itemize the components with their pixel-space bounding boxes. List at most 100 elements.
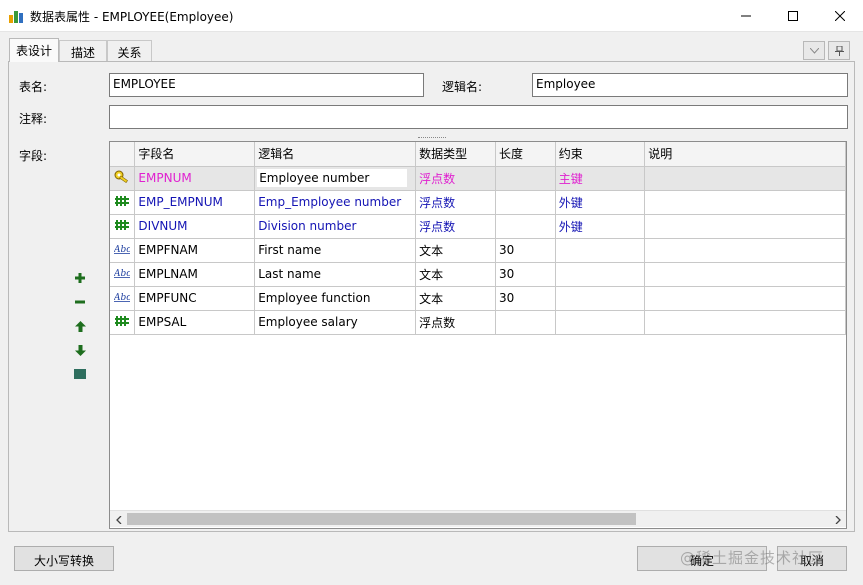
column-header-description[interactable]: 说明 [644, 142, 846, 167]
tab-description[interactable]: 描述 [59, 40, 107, 61]
table-row[interactable]: Abc EMPLNAM Last name 文本 30 [110, 262, 846, 287]
table-row[interactable]: DIVNUM Division number 浮点数 外键 [110, 214, 846, 239]
fields-label: 字段: [19, 149, 48, 163]
minus-icon [75, 300, 85, 304]
constraint-cell[interactable] [555, 262, 646, 287]
length-cell[interactable] [495, 214, 556, 239]
move-up-button[interactable] [72, 318, 88, 334]
horizontal-scrollbar[interactable] [110, 510, 846, 527]
field-name-cell[interactable]: DIVNUM [134, 214, 256, 239]
length-cell[interactable]: 30 [495, 286, 556, 311]
description-cell[interactable] [644, 214, 846, 239]
scroll-right-button[interactable] [829, 511, 846, 528]
description-cell[interactable] [644, 238, 846, 263]
column-header-logical-name[interactable]: 逻辑名 [254, 142, 417, 167]
minimize-button[interactable] [723, 0, 769, 31]
length-cell[interactable]: 30 [495, 262, 556, 287]
row-icon-cell: Abc [110, 286, 136, 311]
header-row: 字段名 逻辑名 数据类型 长度 约束 说明 [110, 142, 846, 167]
field-name-cell[interactable]: EMP_EMPNUM [134, 190, 256, 215]
scroll-left-button[interactable] [110, 511, 127, 528]
column-header-length[interactable]: 长度 [495, 142, 556, 167]
close-icon [835, 10, 845, 21]
field-name-cell[interactable]: EMPFNAM [134, 238, 256, 263]
pin-icon [834, 45, 844, 56]
data-type-cell[interactable]: 浮点数 [415, 166, 496, 191]
arrow-down-icon [74, 344, 86, 356]
comment-input[interactable] [109, 105, 848, 129]
table-name-input[interactable]: EMPLOYEE [109, 73, 424, 97]
column-header-data-type[interactable]: 数据类型 [415, 142, 496, 167]
remove-field-button[interactable] [72, 294, 88, 310]
table-row[interactable]: Abc EMPFUNC Employee function 文本 30 [110, 286, 846, 311]
data-type-cell[interactable]: 浮点数 [415, 214, 496, 239]
logical-name-cell[interactable]: Employee salary [254, 310, 417, 335]
logical-name-cell[interactable]: Division number [254, 214, 417, 239]
logical-name-cell[interactable]: Employee number [254, 166, 417, 191]
data-type-cell[interactable]: 文本 [415, 286, 496, 311]
numeric-icon [115, 220, 130, 230]
move-down-button[interactable] [72, 342, 88, 358]
data-type-cell[interactable]: 浮点数 [415, 190, 496, 215]
column-header-icon [110, 142, 136, 167]
data-type-cell[interactable]: 浮点数 [415, 310, 496, 335]
maximize-button[interactable] [770, 0, 816, 31]
row-icon-cell [110, 214, 136, 239]
tab-table-design[interactable]: 表设计 [9, 38, 59, 62]
pin-button[interactable] [828, 41, 850, 60]
square-icon [74, 369, 86, 379]
data-type-cell[interactable]: 文本 [415, 262, 496, 287]
logical-name-cell[interactable]: First name [254, 238, 417, 263]
length-cell[interactable]: 30 [495, 238, 556, 263]
chevron-right-icon [835, 515, 841, 524]
scrollbar-thumb[interactable] [127, 513, 636, 525]
logical-name-cell[interactable]: Employee function [254, 286, 417, 311]
constraint-cell[interactable] [555, 238, 646, 263]
table-row[interactable]: EMP_EMPNUM Emp_Employee number 浮点数 外键 [110, 190, 846, 215]
logical-name-cell[interactable]: Emp_Employee number [254, 190, 417, 215]
tab-relations[interactable]: 关系 [107, 40, 152, 61]
description-cell[interactable] [644, 262, 846, 287]
description-cell[interactable] [644, 286, 846, 311]
field-name-cell[interactable]: EMPFUNC [134, 286, 256, 311]
table-row[interactable]: EMPSAL Employee salary 浮点数 [110, 310, 846, 335]
length-cell[interactable] [495, 190, 556, 215]
row-icon-cell: Abc [110, 238, 136, 263]
data-type-cell[interactable]: 文本 [415, 238, 496, 263]
row-icon-cell [110, 166, 136, 191]
app-icon [9, 11, 23, 23]
table-row[interactable]: Abc EMPFNAM First name 文本 30 [110, 238, 846, 263]
table-name-label: 表名: [19, 80, 48, 94]
chevron-down-icon [809, 47, 819, 54]
length-cell[interactable] [495, 310, 556, 335]
field-settings-button[interactable] [72, 366, 88, 382]
constraint-cell[interactable]: 外键 [555, 190, 646, 215]
field-name-cell[interactable]: EMPLNAM [134, 262, 256, 287]
constraint-cell[interactable]: 外键 [555, 214, 646, 239]
constraint-cell[interactable]: 主键 [555, 166, 646, 191]
splitter-handle[interactable] [418, 137, 446, 139]
case-convert-button[interactable]: 大小写转换 [14, 546, 114, 571]
svg-text:Abc: Abc [114, 269, 130, 278]
numeric-icon [115, 196, 130, 206]
logical-name-editor[interactable]: Employee number [257, 169, 408, 187]
field-name-cell[interactable]: EMPSAL [134, 310, 256, 335]
description-cell[interactable] [644, 190, 846, 215]
logical-name-input[interactable]: Employee [532, 73, 848, 97]
length-cell[interactable] [495, 166, 556, 191]
column-header-field-name[interactable]: 字段名 [134, 142, 256, 167]
logical-name-cell[interactable]: Last name [254, 262, 417, 287]
collapse-button[interactable] [803, 41, 825, 60]
text-icon: Abc [113, 245, 131, 255]
constraint-cell[interactable] [555, 310, 646, 335]
description-cell[interactable] [644, 166, 846, 191]
constraint-cell[interactable] [555, 286, 646, 311]
field-name-cell[interactable]: EMPNUM [134, 166, 256, 191]
add-field-button[interactable] [72, 270, 88, 286]
maximize-icon [788, 10, 798, 21]
column-header-constraint[interactable]: 约束 [555, 142, 646, 167]
table-row[interactable]: EMPNUM Employee number 浮点数 主键 [110, 166, 846, 191]
description-cell[interactable] [644, 310, 846, 335]
minimize-icon [741, 15, 751, 16]
close-button[interactable] [817, 0, 863, 31]
